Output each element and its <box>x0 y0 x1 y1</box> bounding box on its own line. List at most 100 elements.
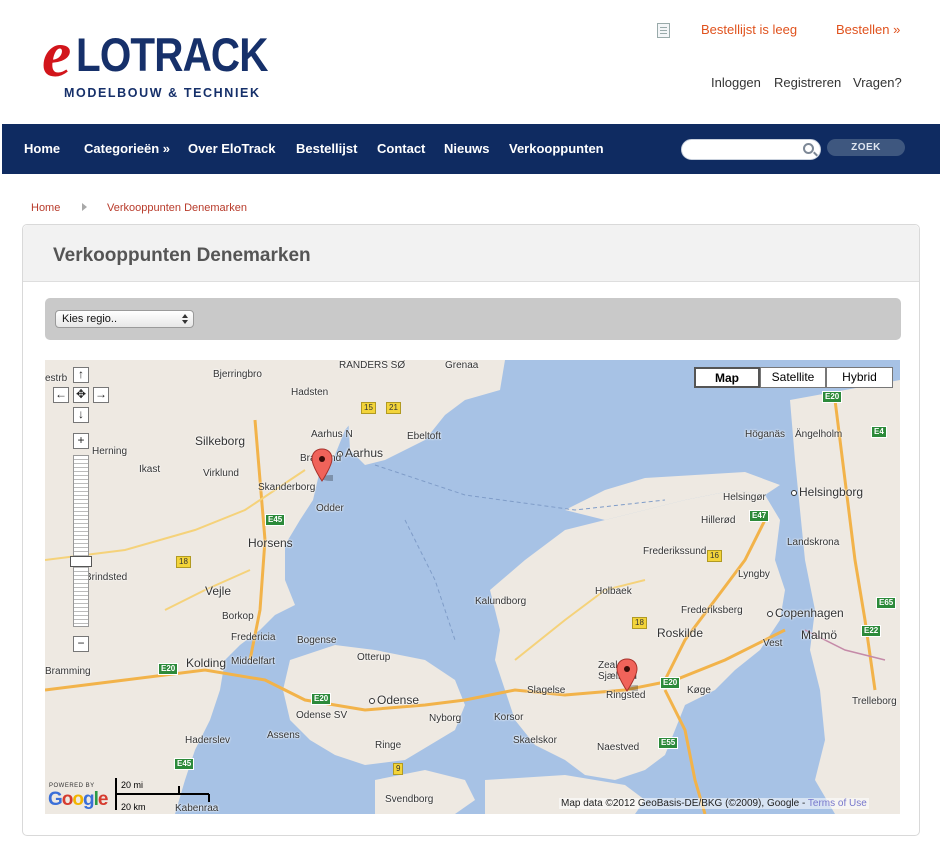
search-button[interactable]: ZOEK <box>827 139 905 156</box>
road-number: E55 <box>658 737 679 749</box>
zoom-in-icon[interactable]: + <box>73 433 89 449</box>
place-label: Hillerød <box>701 515 736 526</box>
place-label: Herning <box>92 446 128 457</box>
place-name: Odense <box>377 693 420 707</box>
nav-item-about[interactable]: Over EloTrack <box>188 141 275 156</box>
map-type-map-button[interactable]: Map <box>694 367 760 388</box>
order-list-status-link[interactable]: Bestellijst is leeg <box>701 22 797 37</box>
select-arrows-icon <box>182 314 188 324</box>
city-dot-icon <box>369 698 375 704</box>
place-label: Skanderborg <box>258 482 316 493</box>
place-label: Malmö <box>801 628 838 642</box>
zoom-slider-track[interactable] <box>73 455 89 627</box>
place-label: Borkop <box>222 611 254 622</box>
pan-center-icon[interactable]: ✥ <box>73 387 89 403</box>
place-label: Odense SV <box>296 710 348 721</box>
road-number: E45 <box>265 514 286 526</box>
nav-item-contact[interactable]: Contact <box>377 141 425 156</box>
place-label: Slagelse <box>527 685 566 696</box>
logo-initial: e <box>42 18 72 91</box>
register-link[interactable]: Registreren <box>774 75 841 90</box>
search-input[interactable] <box>690 142 800 157</box>
place-label: Frederikssund <box>643 546 707 557</box>
place-label: Lyngby <box>738 569 770 580</box>
logo-tagline: MODELBOUW & TECHNIEK <box>64 86 261 100</box>
place-label: Vejle <box>205 584 232 598</box>
breadcrumb-current: Verkooppunten Denemarken <box>107 202 248 214</box>
road-number: E20 <box>822 391 843 403</box>
place-label: Vest <box>763 638 783 649</box>
place-name: Helsingborg <box>799 485 864 499</box>
terms-of-use-link[interactable]: Terms of Use <box>808 798 867 809</box>
place-name: Copenhagen <box>775 606 844 620</box>
road-number: E47 <box>749 510 770 522</box>
road-number: E4 <box>871 426 887 438</box>
dealer-marker-ringsted[interactable] <box>616 658 638 692</box>
place-label: Fredericia <box>231 632 276 643</box>
region-select[interactable]: Kies regio.. <box>55 310 194 328</box>
elotrack-logo[interactable]: e LOTRACK MODELBOUW & TECHNIEK <box>42 18 268 102</box>
nav-item-news[interactable]: Nieuws <box>444 141 490 156</box>
place-label: Holbaek <box>595 586 632 597</box>
road-number: E20 <box>158 663 179 675</box>
pan-left-icon[interactable]: ← <box>53 387 69 403</box>
dealer-map[interactable]: estrb Bjerringbro RANDERS SØ Grenaa Hads… <box>45 360 900 814</box>
place-label: Svendborg <box>385 794 434 805</box>
nav-item-home[interactable]: Home <box>24 141 60 156</box>
place-label: Helsingør <box>723 492 766 503</box>
place-label: Otterup <box>357 652 391 663</box>
road-number: E65 <box>876 597 897 609</box>
place-label: Ebeltoft <box>407 431 441 442</box>
panel-header: Verkooppunten Denemarken <box>23 225 919 282</box>
questions-link[interactable]: Vragen? <box>853 75 902 90</box>
pan-up-icon[interactable]: ↑ <box>73 367 89 383</box>
place-label: Nyborg <box>429 713 462 724</box>
page-title: Verkooppunten Denemarken <box>53 245 311 266</box>
region-filter-bar: Kies regio.. <box>45 298 901 340</box>
logo-wordmark: LOTRACK <box>76 28 268 81</box>
place-label: Horsens <box>248 536 293 550</box>
breadcrumb-arrow-icon <box>82 203 87 211</box>
breadcrumb-home[interactable]: Home <box>31 202 60 214</box>
road-number: 21 <box>386 402 401 414</box>
attribution-text: Map data ©2012 GeoBasis-DE/BKG (©2009), … <box>561 798 808 809</box>
place-label: Køge <box>687 685 711 696</box>
place-label: Höganäs <box>745 429 786 440</box>
place-label: Ängelholm <box>795 429 843 440</box>
google-logo[interactable]: Google <box>48 789 108 811</box>
place-label: Frederiksberg <box>681 605 743 616</box>
road-number: 9 <box>393 763 404 775</box>
place-label: Landskrona <box>787 537 840 548</box>
place-label: Assens <box>267 730 300 741</box>
nav-item-dealers[interactable]: Verkooppunten <box>509 141 604 156</box>
login-link[interactable]: Inloggen <box>711 75 761 90</box>
document-icon <box>657 23 670 38</box>
place-label: Hadsten <box>291 387 329 398</box>
road-number: E20 <box>660 677 681 689</box>
place-label: Copenhagen <box>767 606 844 620</box>
place-label: Trelleborg <box>852 696 897 707</box>
order-link[interactable]: Bestellen » <box>836 22 900 37</box>
place-label: Virklund <box>203 468 239 479</box>
nav-item-categories[interactable]: Categorieën » <box>84 141 170 156</box>
google-logo-o1: o <box>61 789 74 810</box>
pan-down-icon[interactable]: ↓ <box>73 407 89 423</box>
city-dot-icon <box>791 490 797 496</box>
zoom-out-icon[interactable]: − <box>73 636 89 652</box>
place-label: Bramming <box>45 666 91 677</box>
dealer-marker-skanderborg[interactable] <box>311 448 333 482</box>
place-label: Kalundborg <box>475 596 527 607</box>
region-select-value: Kies regio.. <box>62 313 118 325</box>
place-label: Skaelskor <box>513 735 557 746</box>
place-label: Odder <box>316 503 344 514</box>
road-number: 18 <box>632 617 647 629</box>
nav-item-order-list[interactable]: Bestellijst <box>296 141 357 156</box>
place-label: estrb <box>45 373 68 384</box>
zoom-slider-handle[interactable] <box>70 556 92 567</box>
map-type-satellite-button[interactable]: Satellite <box>760 367 826 388</box>
place-label: Bjerringbro <box>213 369 262 380</box>
map-type-hybrid-button[interactable]: Hybrid <box>826 367 893 388</box>
pan-right-icon[interactable]: → <box>93 387 109 403</box>
road-number: E20 <box>311 693 332 705</box>
search-icon[interactable] <box>803 143 814 154</box>
